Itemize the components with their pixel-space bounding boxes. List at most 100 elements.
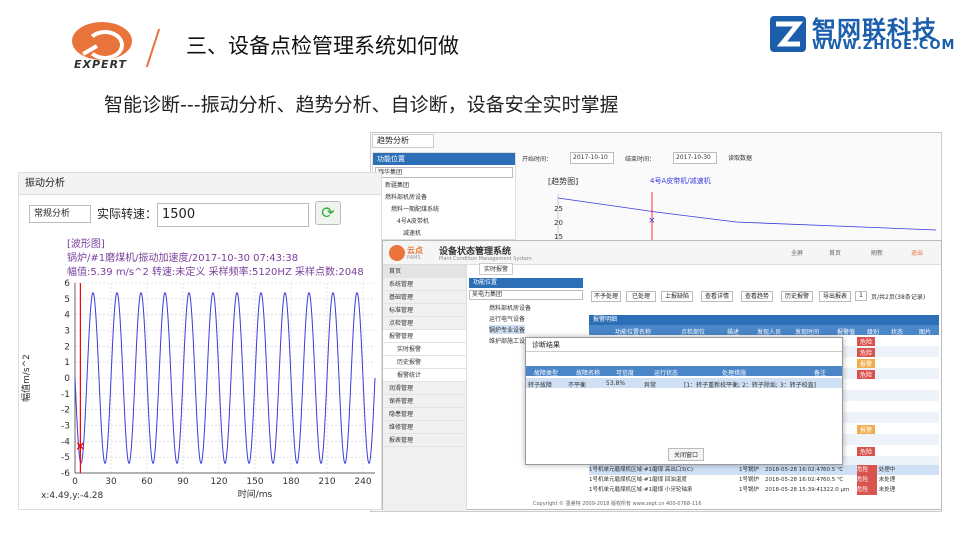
tree-item[interactable]: 新疆集团 [373,180,515,192]
tab-trend[interactable]: 趋势分析 [372,134,434,148]
menu-item[interactable]: 维修管理 [383,421,466,434]
subtitle: 智能诊断---振动分析、趋势分析、自诊断，设备安全实时掌握 [104,94,619,116]
menu-item[interactable]: 隐患管理 [383,408,466,421]
y-tick-label: 3 [64,327,70,337]
report-defect-button[interactable]: 上报缺陷 [661,291,693,302]
x-tick-label: 30 [105,477,117,487]
menu-item[interactable]: 报警管理 [383,330,466,343]
history-alarm-button[interactable]: 历史报警 [781,291,813,302]
waveform-title: [波形图] [67,239,105,250]
menu-item[interactable]: 报表管理 [383,434,466,447]
dialog-col: 备注 [814,370,827,377]
logout-button[interactable]: 退出 [911,248,923,257]
vibration-panel-title: 振动分析 [19,173,381,195]
start-date-input[interactable]: 2017-10-10 [570,152,614,164]
fullscreen-button[interactable]: 全屏 [791,248,803,257]
pams-tree-item[interactable]: 运行电气设备 [489,314,525,323]
table-row[interactable]: 1号机单元磨煤机区域-#1磨煤 高出口3(C) 1号锅炉 2018-05-28 16… [589,465,939,475]
table-row[interactable]: 1号机单元磨煤机区域-#1磨煤 回油温度 1号锅炉 2018-05-28 16:02… [589,475,939,485]
y-tick-label: 4 [64,311,70,321]
dialog-row[interactable]: 转子故障 不平衡 53.8% 异常 [1：转子重新校平衡; 2：转子除垢; 3：… [526,378,842,389]
tree-item[interactable]: 4号A皮带机 [373,216,515,228]
y-tick-label: 1 [64,358,70,368]
pams-header: 云点 PAMS 设备状态管理系统 Plant Condition Managem… [383,241,941,265]
pams-footer: Copyright © 墨睿特 2009-2018 版权所有 www.zept.… [533,501,702,507]
ignore-button[interactable]: 不予处理 [591,291,621,302]
menu-item[interactable]: 实时报警 [383,343,466,356]
x-tick-label: 180 [282,477,299,487]
alarm-table-header: 功能位置名称 点检部位 描述 发现人员 发现时间 报警值 级别 状态 图片 [589,325,939,336]
y-tick-label: -4 [61,437,70,447]
home-button[interactable]: 首页 [829,248,841,257]
pams-tree-item[interactable]: 锅炉专业设备 [489,325,526,334]
dialog-col: 处理措施 [722,370,747,377]
speed-input[interactable]: 1500 [157,203,309,227]
trend-series-label: 4号A皮带机/减速机 [650,177,711,185]
dialog-col: 可信度 [616,370,635,377]
cursor-marker: × [75,439,85,453]
dialog-cell: 转子故障 [528,382,553,389]
alarm-rows: 1号机单元磨煤机区域-#1磨煤 高出口3(C) 1号锅炉 2018-05-28 16… [589,465,939,497]
pams-title-en: Plant Condition Management System [439,256,532,262]
x-tick-label: 90 [177,477,189,487]
waveform-chart: 0 30 60 90 120 150 180 210 2406543210-1-2-3-4-5-… [20,279,376,500]
x-tick-label: 120 [210,477,227,487]
menu-item[interactable]: 点检管理 [383,317,466,330]
export-report-button[interactable]: 导出报表 [819,291,851,302]
menu-item[interactable]: 历史报警 [383,356,466,369]
alarm-list-title: 报警明细 [589,315,939,325]
trend-side-title: 功能位置 [373,153,515,165]
expert-logo-text: EXPERT [74,58,128,71]
speed-label: 实际转速： [97,207,158,221]
expert-logo-icon [72,22,132,60]
y-tick-label: -1 [61,390,70,400]
page-input[interactable]: 1 [855,291,867,301]
table-row[interactable]: 1号机单元磨煤机区域-#1磨煤 小牙轮轴承 1号锅炉 2018-05-28 15:3… [589,485,939,495]
tab-realtime-alarm[interactable]: 实时报警 [479,263,514,275]
pams-nav-header: 功能位置 [469,278,583,288]
page-title: 三、设备点检管理系统如何做 [186,34,459,58]
tree-item[interactable]: 减速机 [373,228,515,240]
read-data-button[interactable]: 读取数据 [728,153,752,162]
menu-item[interactable]: 保养管理 [383,395,466,408]
dialog-table-header: 故障类型 故障名称 可信度 运行状态 处理措施 备注 [526,366,842,377]
menu-item[interactable]: 报警统计 [383,369,466,382]
waveform-params: 幅值:5.39 m/s^2 转速:未定义 采样频率:5120HZ 采样点数:20… [67,267,364,278]
level-badge: 危险 [857,370,876,379]
x-tick-label: 60 [141,477,153,487]
menu-item[interactable]: 标准管理 [383,304,466,317]
menu-item[interactable]: 润滑管理 [383,382,466,395]
x-tick-label: 150 [246,477,263,487]
dialog-cell: 异常 [644,382,657,389]
analysis-mode-select[interactable]: 常规分析 [29,205,91,223]
trend-chart-title: [趋势图] [548,177,579,186]
pams-logo-icon [389,245,405,261]
menu-item[interactable]: 基础管理 [383,291,466,304]
dialog-title: 诊断结果 [526,338,842,352]
tree-item[interactable]: 燃料部机房设备 [373,192,515,204]
y-tick-label: 5 [64,295,70,305]
view-detail-button[interactable]: 查看详情 [701,291,733,302]
end-label: 结束时间： [625,156,656,163]
y-tick-label: 0 [64,374,70,384]
trend-ytick: 25 [554,205,563,213]
menu-home[interactable]: 首页 [383,265,466,278]
menu-item[interactable]: 系统管理 [383,278,466,291]
level-badge: 危险 [857,447,876,456]
y-tick-label: -6 [61,469,70,479]
handled-button[interactable]: 已处理 [626,291,656,302]
vibration-panel: 振动分析 常规分析 实际转速： 1500 ⟳ [波形图] 锅炉/#1磨煤机/振动… [18,172,382,510]
level-badge: 危险 [857,348,876,357]
page-info: 页/共2页(38条记录) [871,294,926,301]
view-trend-button[interactable]: 查看趋势 [741,291,773,302]
tree-item[interactable]: 燃料一期配煤系统 [373,204,515,216]
refresh-button[interactable]: 刷新 [871,248,883,257]
pams-tree-item[interactable]: 燃料部机房设备 [489,303,531,312]
trend-side-select[interactable]: 锦华集团 [375,167,513,178]
pams-nav-select[interactable]: 吴电力集团 [469,290,583,300]
close-window-button[interactable]: 关闭窗口 [668,448,705,461]
y-tick-label: -3 [61,422,70,432]
refresh-icon[interactable]: ⟳ [315,201,341,225]
end-date-input[interactable]: 2017-10-30 [673,152,717,164]
diagnosis-dialog: 诊断结果 故障类型 故障名称 可信度 运行状态 处理措施 备注 转子故障 不平衡… [525,337,843,465]
